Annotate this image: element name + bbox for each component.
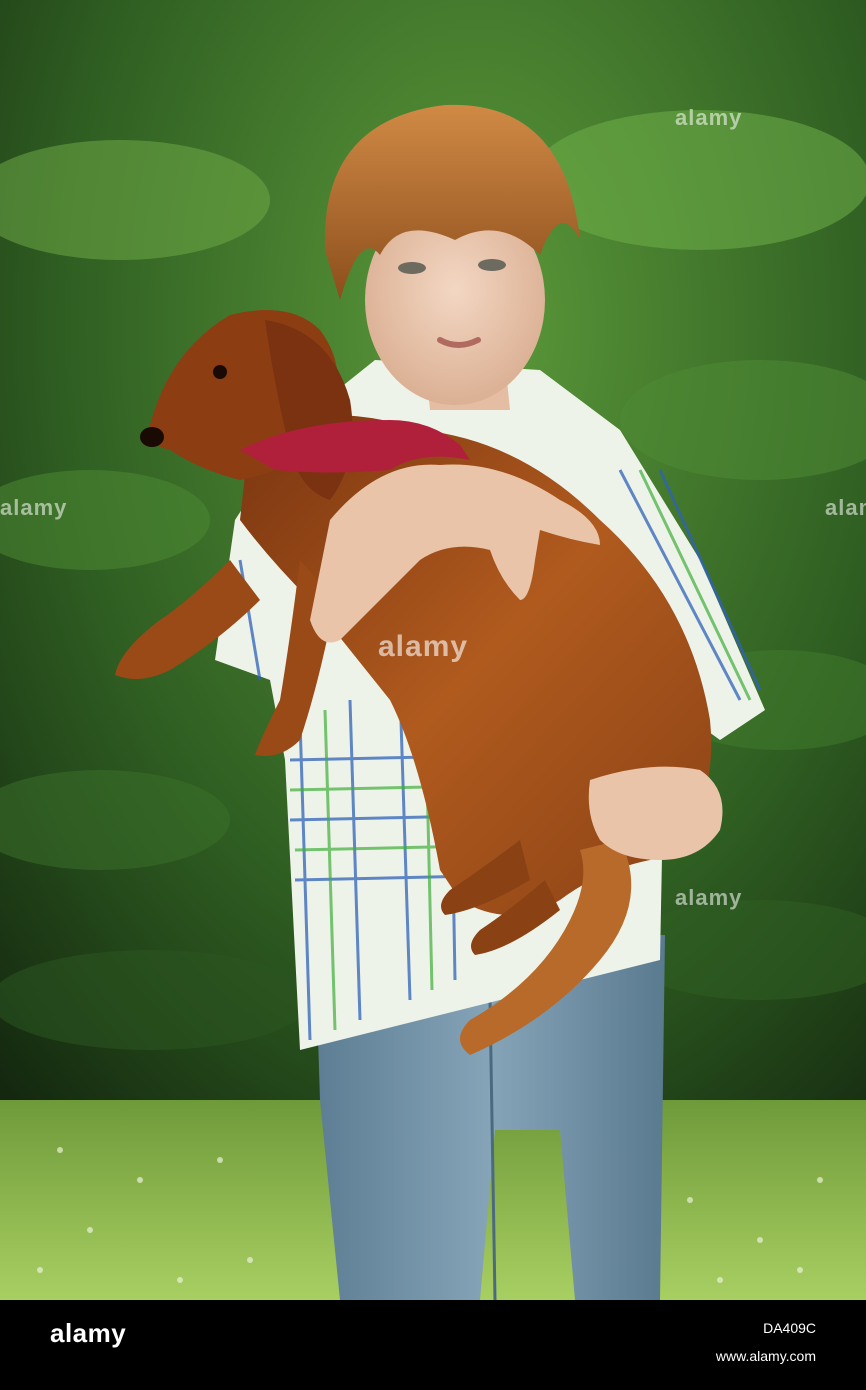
image-id: DA409C [763,1320,816,1336]
watermark: alamy [378,630,469,663]
watermark: alamy [675,885,743,910]
dog-nose [140,427,164,447]
alamy-logo[interactable]: alamy [50,1318,126,1349]
watermark: alamy [0,495,68,520]
watermark: alamy [675,105,743,130]
watermark: alamy [825,495,866,520]
photo: alamy alamy alamy alamy alamy [0,0,866,1300]
footer-bar: alamy DA409C www.alamy.com [0,1300,866,1390]
site-url[interactable]: www.alamy.com [716,1348,816,1364]
boy-hand-right [588,766,723,860]
